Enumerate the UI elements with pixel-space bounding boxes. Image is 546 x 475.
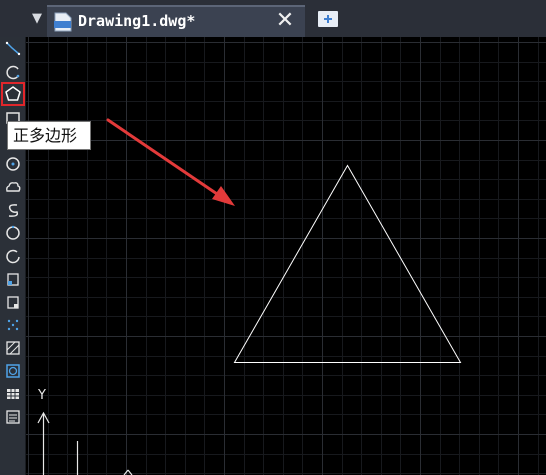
region-icon[interactable]: [2, 360, 24, 382]
dwg-file-icon: [53, 12, 73, 32]
insert-block-icon[interactable]: [2, 268, 24, 290]
annotation-arrow: [106, 118, 235, 206]
polyline-icon[interactable]: [2, 37, 24, 59]
multiline-text-icon[interactable]: [2, 406, 24, 428]
ucs-y-label: Y: [37, 388, 46, 403]
grid: Y: [26, 37, 546, 475]
ellipse-icon[interactable]: [2, 222, 24, 244]
spline-icon[interactable]: [2, 199, 24, 221]
revision-cloud-icon[interactable]: [2, 176, 24, 198]
make-block-icon[interactable]: [2, 291, 24, 313]
triangle-shape[interactable]: [233, 164, 462, 363]
tool-tooltip: 正多边形: [7, 121, 91, 150]
document-tab[interactable]: Drawing1.dwg* ✕: [47, 5, 305, 37]
circle-icon[interactable]: [2, 153, 24, 175]
arc-icon[interactable]: [2, 61, 24, 83]
drawing-canvas[interactable]: Y: [26, 37, 546, 475]
ucs-icon: [37, 411, 133, 475]
table-icon[interactable]: [2, 383, 24, 405]
draw-toolbar: [0, 0, 26, 475]
hatch-icon[interactable]: [2, 337, 24, 359]
document-tab-bar: ▼ Drawing1.dwg* ✕: [0, 0, 546, 37]
ellipse-arc-icon[interactable]: [2, 245, 24, 267]
point-icon[interactable]: [2, 314, 24, 336]
document-tab-title: Drawing1.dwg*: [78, 12, 196, 30]
new-drawing-icon[interactable]: [317, 9, 339, 29]
close-tab-icon[interactable]: ✕: [275, 9, 295, 33]
tab-list-dropdown-icon[interactable]: ▼: [28, 8, 46, 30]
polygon-icon[interactable]: [1, 82, 25, 106]
